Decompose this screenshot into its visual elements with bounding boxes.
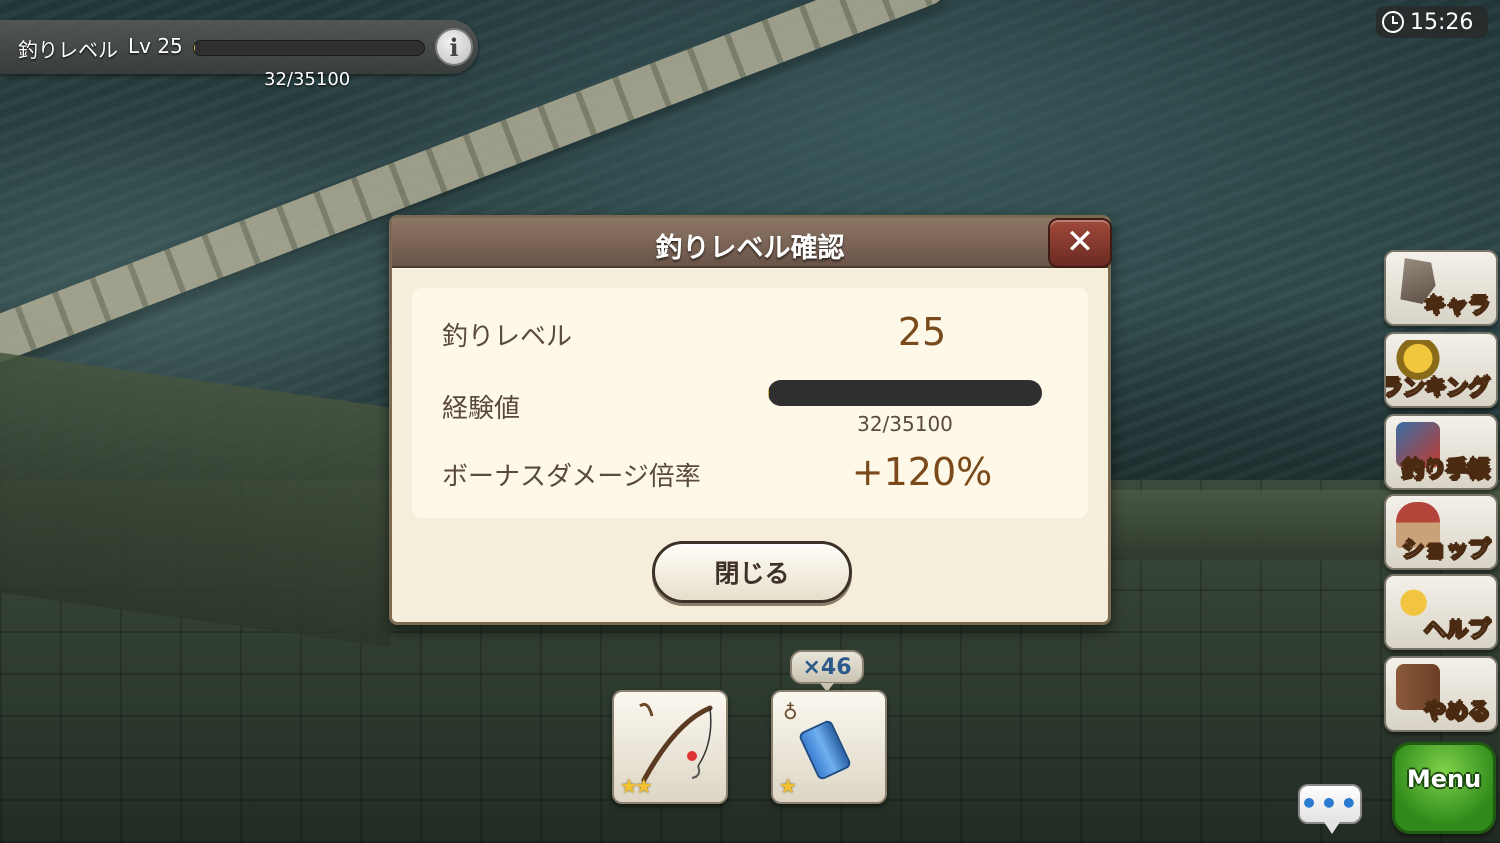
side-menu-label: ランキング xyxy=(1384,376,1491,402)
level-info-panel: 釣りレベル 25 経験値 32/35100 ボーナスダメージ倍率 +120% xyxy=(412,288,1088,518)
bait-count-badge: ×46 xyxy=(790,650,864,692)
bait-bottle-icon xyxy=(797,718,853,782)
level-exp-track xyxy=(193,40,425,56)
exp-value: 32/35100 xyxy=(857,412,953,436)
level-exp-value: 32/35100 xyxy=(264,69,351,90)
level-confirm-dialog: 釣りレベル確認 ✕ 釣りレベル 25 経験値 32/35100 ボーナスダメージ… xyxy=(389,215,1112,625)
side-menu-label: やめる xyxy=(1423,700,1490,726)
info-button[interactable]: i xyxy=(435,28,473,66)
close-icon[interactable]: ✕ xyxy=(1048,218,1112,268)
dialog-title: 釣りレベル確認 xyxy=(655,233,845,264)
side-menu-quit-button[interactable]: やめる xyxy=(1384,656,1498,732)
side-menu-label: 釣り手帳 xyxy=(1401,458,1490,484)
side-menu-chara-button[interactable]: キャラ xyxy=(1384,250,1498,326)
fishing-level-bar: 釣りレベル Lv 25 32/35100 xyxy=(0,20,478,90)
side-menu-label: キャラ xyxy=(1423,294,1490,320)
side-menu-label: ヘルプ xyxy=(1423,618,1490,644)
clock-time: 15:26 xyxy=(1410,9,1474,35)
bait-slot[interactable]: ♁ ★ xyxy=(771,690,887,804)
side-menu-label: ショップ xyxy=(1401,538,1490,564)
dialog-header: 釣りレベル確認 xyxy=(392,218,1108,268)
bonus-damage-label: ボーナスダメージ倍率 xyxy=(442,462,701,492)
side-menu-shop-button[interactable]: ショップ xyxy=(1384,494,1498,570)
bait-rarity-stars: ★ xyxy=(779,774,797,798)
fishing-level-label: 釣りレベル xyxy=(442,322,573,352)
rod-rarity-stars: ★★ xyxy=(620,774,653,798)
level-label: 釣りレベル xyxy=(18,38,118,62)
fishing-rod-slot[interactable]: ★★ xyxy=(612,690,728,804)
menu-button[interactable]: Menu xyxy=(1392,742,1496,834)
chat-button[interactable]: ••• xyxy=(1298,784,1362,834)
side-menu-notebook-button[interactable]: 釣り手帳 xyxy=(1384,414,1498,490)
menu-label: Menu xyxy=(1406,765,1482,793)
exp-progress-track xyxy=(768,380,1042,406)
clock: 15:26 xyxy=(1376,6,1488,38)
level-number: Lv 25 xyxy=(128,34,183,58)
bonus-damage-value: +120% xyxy=(851,450,993,494)
exp-label: 経験値 xyxy=(442,394,521,424)
clock-icon xyxy=(1382,11,1404,33)
side-menu-help-button[interactable]: ヘルプ xyxy=(1384,574,1498,650)
bag-icon: ♁ xyxy=(783,700,798,724)
side-menu-ranking-button[interactable]: ランキング xyxy=(1384,332,1498,408)
fishing-level-value: 25 xyxy=(897,310,947,354)
close-button[interactable]: 閉じる xyxy=(652,541,852,603)
